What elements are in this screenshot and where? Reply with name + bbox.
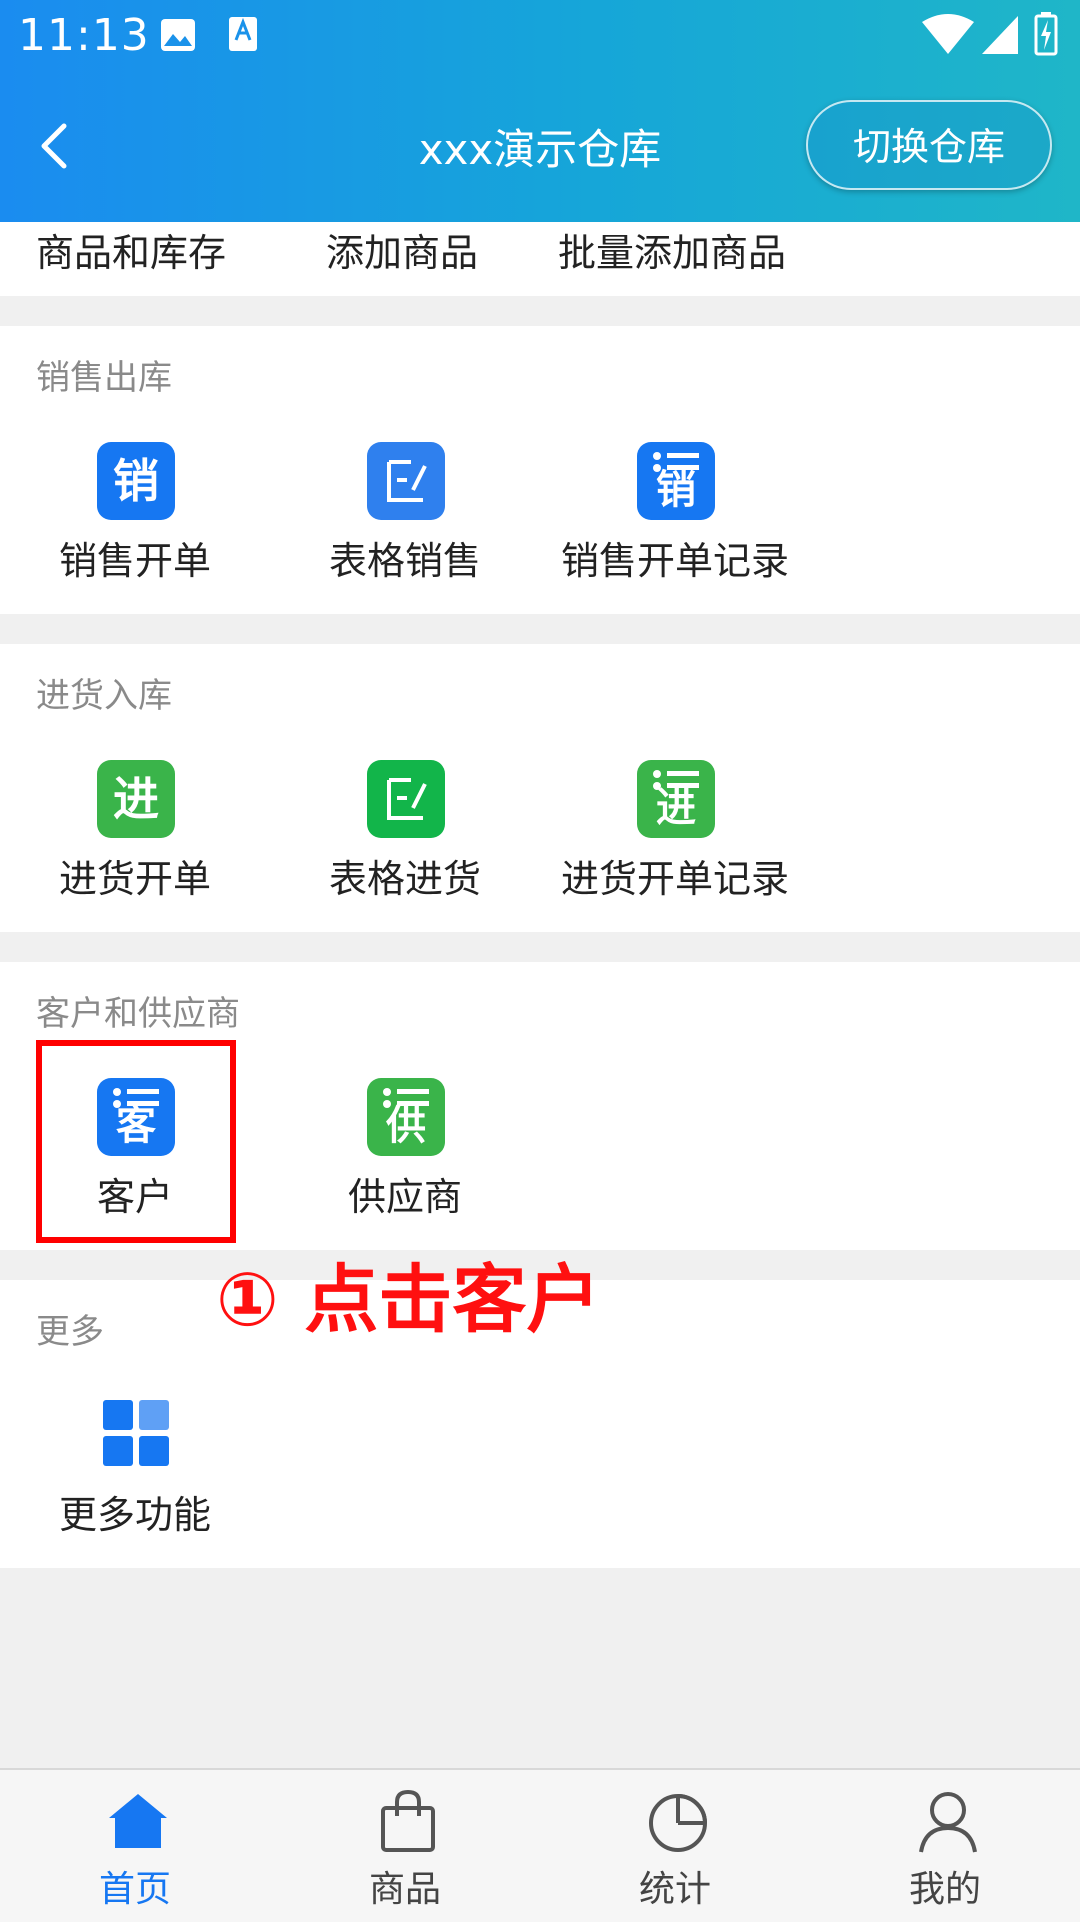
switch-warehouse-button[interactable]: 切换仓库 — [806, 100, 1052, 190]
text-notification-icon — [229, 17, 257, 51]
app-header: 11:13 xxx演示仓库 切换仓库 — [0, 0, 1080, 222]
signal-icon — [982, 16, 1018, 54]
wifi-icon — [922, 14, 974, 54]
nav-label: 统计 — [638, 1869, 711, 1910]
sales-icon: 销 — [97, 442, 175, 520]
purchase-icon: 进 — [97, 760, 175, 838]
item-label: 表格销售 — [328, 539, 481, 583]
grid-icon — [97, 1396, 175, 1474]
edit-form-icon — [367, 442, 445, 520]
sales-order-item[interactable]: 销 销售开单 — [5, 442, 265, 602]
status-time: 11:13 — [18, 10, 150, 61]
item-label: 进货开单 — [58, 857, 211, 901]
table-purchase-item[interactable]: 表格进货 — [275, 760, 535, 920]
nav-home[interactable]: 首页 — [0, 1770, 270, 1922]
edit-form-icon — [367, 760, 445, 838]
batch-add-goods-item[interactable]: 批量添加商品 — [558, 222, 786, 277]
icon-char: 进 — [656, 785, 696, 831]
section-title: 客户和供应商 — [36, 994, 240, 1034]
item-label: 进货开单记录 — [560, 857, 789, 901]
section-title: 更多 — [36, 1312, 104, 1352]
table-sales-item[interactable]: 表格销售 — [275, 442, 535, 602]
bag-icon — [381, 1789, 435, 1852]
sales-section: 销售出库 销 销售开单 表格销售 销 销售开单记录 — [0, 326, 1080, 614]
nav-statistics[interactable]: 统计 — [540, 1770, 810, 1922]
section-title: 销售出库 — [36, 358, 172, 398]
image-notification-icon — [161, 19, 195, 51]
goods-stock-item[interactable]: 商品和库存 — [36, 222, 226, 277]
supplier-item[interactable]: 供 供应商 — [275, 1078, 535, 1238]
pie-chart-icon — [649, 1794, 707, 1852]
nav-label: 首页 — [98, 1869, 171, 1910]
home-icon — [109, 1794, 167, 1848]
sales-list-icon: 销 — [637, 442, 715, 520]
sales-records-item[interactable]: 销 销售开单记录 — [545, 442, 805, 602]
nav-goods[interactable]: 商品 — [270, 1770, 540, 1922]
icon-char: 供 — [386, 1103, 426, 1149]
more-functions-item[interactable]: 更多功能 — [5, 1396, 265, 1556]
purchase-section: 进货入库 进 进货开单 表格进货 进 进货开单记录 — [0, 644, 1080, 932]
section-title: 进货入库 — [36, 676, 172, 716]
purchase-list-icon: 进 — [637, 760, 715, 838]
nav-label: 商品 — [368, 1869, 441, 1910]
add-goods-item[interactable]: 添加商品 — [326, 222, 478, 277]
bottom-nav: 首页 商品 统计 我的 — [0, 1768, 1080, 1922]
nav-mine[interactable]: 我的 — [810, 1770, 1080, 1922]
annotation-text: ① 点击客户 — [216, 1257, 601, 1343]
purchase-records-item[interactable]: 进 进货开单记录 — [545, 760, 805, 920]
highlight-box — [36, 1040, 236, 1243]
nav-label: 我的 — [908, 1869, 981, 1910]
item-label: 表格进货 — [328, 857, 481, 901]
item-label: 更多功能 — [58, 1493, 211, 1537]
item-label: 供应商 — [347, 1175, 462, 1219]
item-label: 销售开单记录 — [560, 539, 789, 583]
battery-icon — [1034, 12, 1058, 56]
item-label: 销售开单 — [58, 539, 211, 583]
icon-char: 销 — [656, 467, 696, 513]
purchase-order-item[interactable]: 进 进货开单 — [5, 760, 265, 920]
supplier-list-icon: 供 — [367, 1078, 445, 1156]
person-icon — [919, 1792, 977, 1853]
